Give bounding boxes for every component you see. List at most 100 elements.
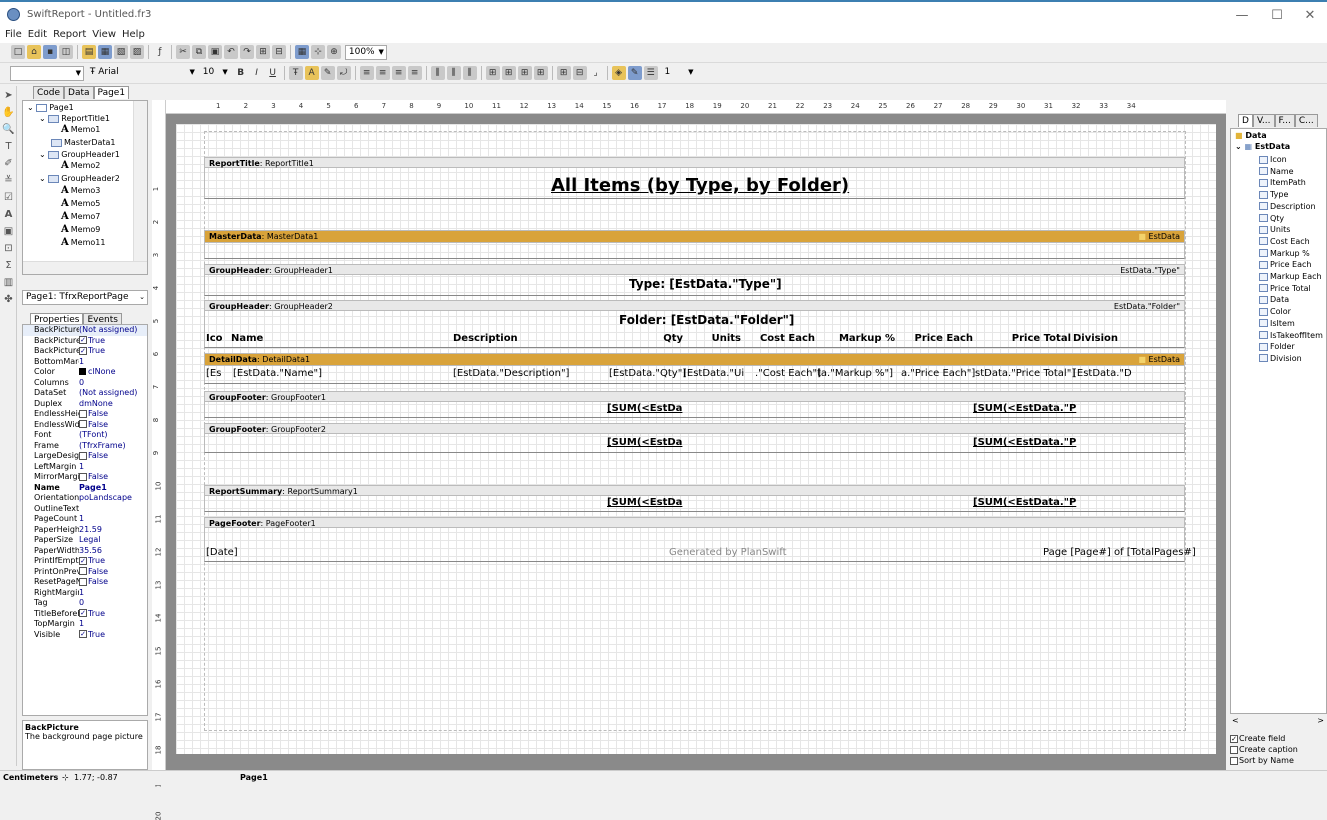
frame-style-icon[interactable]: ☰ — [643, 66, 658, 80]
frame-bottom-icon[interactable]: ⊞ — [501, 66, 516, 80]
checkbox-icon[interactable] — [79, 472, 87, 481]
property-row[interactable]: PaperWidth 35.56 — [23, 546, 147, 557]
property-value[interactable]: ✓ True — [79, 630, 105, 641]
property-value[interactable]: 35.56 — [79, 546, 102, 557]
sort-by-name-option[interactable]: Sort by Name — [1230, 755, 1298, 766]
ungroup-icon[interactable]: ⊟ — [272, 45, 286, 59]
column-header[interactable]: Cost Each — [745, 333, 815, 344]
font-name-combo[interactable]: Ŧ Arial ▼ — [87, 66, 197, 81]
tree-hscrollbar[interactable] — [23, 261, 147, 274]
checkbox-icon[interactable] — [79, 451, 87, 460]
sum-qty-memo[interactable]: [SUM(<EstDa — [607, 403, 682, 414]
band-master-data[interactable] — [204, 243, 1185, 259]
property-row[interactable]: EndlessHeigh False — [23, 409, 147, 420]
checkbox-checked-icon[interactable]: ✓ — [79, 336, 87, 344]
group-type-memo[interactable]: Type: [EstData."Type"] — [629, 277, 782, 291]
property-row[interactable]: PageCount 1 — [23, 514, 147, 525]
band-header-page-footer[interactable]: PageFooter: PageFooter1 — [204, 517, 1185, 528]
dataset-node[interactable]: ⌄ ▦ EstData — [1235, 142, 1290, 151]
detail-cell[interactable]: a."Price Each"] — [901, 368, 975, 379]
grid-icon[interactable]: ▦ — [295, 45, 309, 59]
close-button[interactable]: ✕ — [1290, 6, 1327, 26]
property-value[interactable]: (TfrxFrame) — [79, 441, 126, 452]
data-field[interactable]: Cost Each — [1259, 237, 1310, 246]
property-value[interactable]: False — [79, 472, 108, 483]
data-field[interactable]: Description — [1259, 202, 1316, 211]
tree-item-band[interactable]: ⌄ ReportTitle1 — [39, 114, 110, 123]
property-row[interactable]: BottomMargin1 — [23, 357, 147, 368]
new-dialog-icon[interactable]: ▦ — [98, 45, 112, 59]
fill-color-icon[interactable]: ◈ — [611, 66, 626, 80]
property-value[interactable]: False — [79, 577, 108, 588]
column-header[interactable]: Description — [453, 333, 603, 344]
data-field[interactable]: Price Each — [1259, 260, 1311, 269]
object-combo[interactable]: Page1: TfrxReportPage ⌄ — [22, 290, 148, 305]
property-value[interactable]: False — [79, 409, 108, 420]
italic-button[interactable]: I — [250, 66, 264, 80]
group-folder-memo[interactable]: Folder: [EstData."Folder"] — [619, 313, 794, 327]
band-report-title[interactable]: All Items (by Type, by Folder) — [204, 168, 1185, 199]
select-tool-icon[interactable]: ➤ — [1, 88, 16, 103]
data-field[interactable]: Type — [1259, 190, 1288, 199]
frame-right-icon[interactable]: ⊞ — [533, 66, 548, 80]
property-row[interactable]: Color clNone — [23, 367, 147, 378]
property-row[interactable]: MirrorMargins False — [23, 472, 147, 483]
band-header-group-footer2[interactable]: GroupFooter: GroupFooter2 — [204, 423, 1185, 434]
property-row[interactable]: Frame (TfrxFrame) — [23, 441, 147, 452]
band-group1[interactable]: Type: [EstData."Type"] — [204, 275, 1185, 296]
property-row[interactable]: EndlessWidth False — [23, 420, 147, 431]
band-tool-icon[interactable]: ≚ — [1, 173, 16, 188]
checkbox-icon[interactable] — [79, 409, 87, 418]
tree-item-memo[interactable]: A Memo3 — [61, 185, 100, 196]
band-group-footer1[interactable]: [SUM(<EstDa [SUM(<EstData."P — [204, 402, 1185, 418]
detail-cell[interactable]: [EstData."D — [1073, 368, 1132, 379]
frame-all-icon[interactable]: ⊞ — [556, 66, 571, 80]
report-title-text[interactable]: All Items (by Type, by Folder) — [551, 175, 849, 196]
tree-item-memo[interactable]: A Memo5 — [61, 198, 100, 209]
property-value[interactable]: 0 — [79, 598, 84, 609]
property-row[interactable]: DataSet (Not assigned) — [23, 388, 147, 399]
detail-cell[interactable]: stData."Price Total"] — [975, 368, 1075, 379]
cut-icon[interactable]: ✂ — [176, 45, 190, 59]
align-right-icon[interactable]: ≡ — [391, 66, 406, 80]
undo-icon[interactable]: ↶ — [224, 45, 238, 59]
property-row[interactable]: OutlineText — [23, 504, 147, 515]
band-group2[interactable]: Folder: [EstData."Folder"] Ico Name Descri… — [204, 311, 1185, 348]
column-header[interactable]: Qty — [607, 333, 683, 344]
data-field[interactable]: Division — [1259, 354, 1302, 363]
component-tool-icon[interactable]: ✤ — [1, 292, 16, 307]
sum-total-memo[interactable]: [SUM(<EstData."P — [973, 497, 1076, 508]
property-value[interactable]: 1 — [79, 514, 84, 525]
band-header-report-summary[interactable]: ReportSummary: ReportSummary1 — [204, 485, 1185, 496]
property-value[interactable]: 1 — [79, 619, 84, 630]
paste-icon[interactable]: ▣ — [208, 45, 222, 59]
data-field[interactable]: Color — [1259, 307, 1291, 316]
zoom-tool-icon[interactable]: 🔍 — [1, 122, 16, 137]
property-value[interactable]: 21.59 — [79, 525, 102, 536]
format-painter-icon[interactable]: ✐ — [1, 156, 16, 171]
create-field-option[interactable]: ✓ Create field — [1230, 733, 1298, 744]
data-field[interactable]: Data — [1259, 295, 1289, 304]
property-value[interactable]: ✓ True — [79, 346, 105, 357]
detail-cell[interactable]: [EstData."Description"] — [453, 368, 569, 379]
delete-page-icon[interactable]: ▧ — [114, 45, 128, 59]
sum-tool-icon[interactable]: Σ — [1, 258, 16, 273]
property-row[interactable]: Font (TFont) — [23, 430, 147, 441]
font-color-icon[interactable]: A — [304, 66, 319, 80]
band-report-summary[interactable]: [SUM(<EstDa [SUM(<EstData."P — [204, 496, 1185, 512]
sum-total-memo[interactable]: [SUM(<EstData."P — [973, 437, 1076, 448]
data-field[interactable]: Price Total — [1259, 284, 1311, 293]
column-header[interactable]: Price Total — [975, 333, 1071, 344]
property-value[interactable]: poLandscape — [79, 493, 132, 504]
property-row[interactable]: Duplex dmNone — [23, 399, 147, 410]
band-header-group2[interactable]: GroupHeader: GroupHeader2 EstData."Folder… — [204, 300, 1185, 311]
data-field[interactable]: Markup % — [1259, 249, 1310, 258]
function-icon[interactable]: ƒ — [153, 45, 167, 59]
checkbox-tool-icon[interactable]: ☑ — [1, 190, 16, 205]
copy-icon[interactable]: ⧉ — [192, 45, 206, 59]
line-width-combo[interactable]: 1 ▼ — [662, 66, 696, 81]
band-header-group1[interactable]: GroupHeader: GroupHeader1 EstData."Type" — [204, 264, 1185, 275]
detail-cell[interactable]: [Es — [206, 368, 221, 379]
tab-functions[interactable]: F... — [1274, 114, 1295, 127]
data-field[interactable]: Icon — [1259, 155, 1287, 164]
